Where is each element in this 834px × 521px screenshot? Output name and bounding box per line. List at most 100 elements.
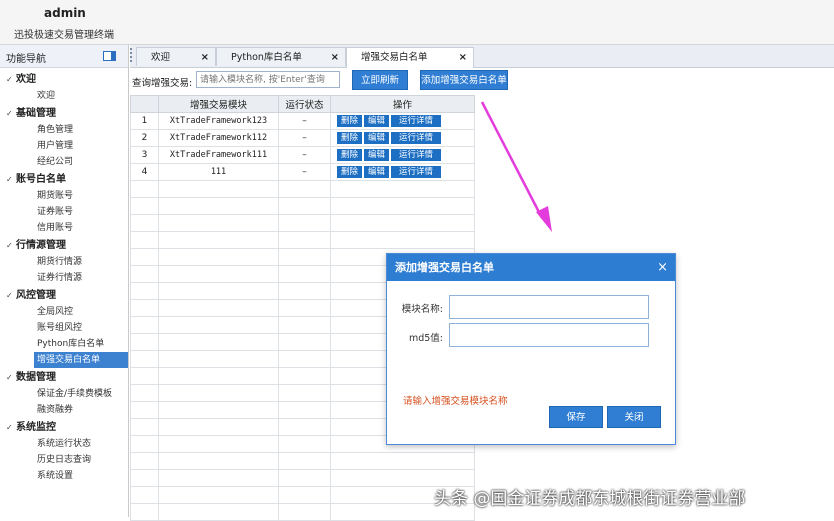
nav-item-margin-trading[interactable]: 融资融券 bbox=[0, 402, 128, 418]
row-index: 2 bbox=[130, 129, 159, 147]
nav-item-global-risk[interactable]: 全局风控 bbox=[0, 304, 128, 320]
nav-item-futures-account[interactable]: 期货账号 bbox=[0, 188, 128, 204]
nav-item-group-risk[interactable]: 账号组风控 bbox=[0, 320, 128, 336]
nav-item-margin-template[interactable]: 保证金/手续费模板 bbox=[0, 386, 128, 402]
tab-welcome[interactable]: 欢迎 × bbox=[136, 47, 216, 66]
nav-item-securities-account[interactable]: 证券账号 bbox=[0, 204, 128, 220]
close-icon[interactable]: × bbox=[331, 48, 339, 67]
nav-item-brokers[interactable]: 经纪公司 bbox=[0, 154, 128, 170]
details-button[interactable]: 运行详情 bbox=[391, 149, 442, 161]
chevron-down-icon: ✓ bbox=[6, 291, 13, 300]
delete-button[interactable]: 删除 bbox=[337, 149, 363, 161]
nav-item-credit-account[interactable]: 信用账号 bbox=[0, 220, 128, 236]
tab-python-whitelist[interactable]: Python库白名单 × bbox=[216, 47, 346, 66]
md5-label: md5值: bbox=[408, 333, 443, 344]
nav-item-log-query[interactable]: 历史日志查询 bbox=[0, 452, 128, 468]
nav-item-futures-quotes[interactable]: 期货行情源 bbox=[0, 254, 128, 270]
close-icon[interactable]: × bbox=[459, 48, 467, 67]
chevron-down-icon: ✓ bbox=[6, 241, 13, 250]
nav-menu: ✓ 欢迎 欢迎 ✓ 基础管理 角色管理 用户管理 经纪公司 ✓ 账号白名单 期货账号 … bbox=[0, 68, 128, 484]
status-cell: – bbox=[278, 163, 331, 181]
column-header-index bbox=[130, 95, 159, 113]
chevron-down-icon: ✓ bbox=[6, 75, 13, 84]
status-cell: – bbox=[278, 146, 331, 164]
empty-row bbox=[130, 197, 475, 215]
table-row[interactable]: 3 XtTradeFramework111 – 删除 编辑 运行详情 bbox=[130, 146, 475, 164]
empty-row bbox=[130, 180, 475, 198]
module-name-label: 模块名称: bbox=[401, 304, 443, 315]
nav-item-roles[interactable]: 角色管理 bbox=[0, 122, 128, 138]
empty-row bbox=[130, 503, 475, 521]
row-index: 4 bbox=[130, 163, 159, 181]
add-whitelist-dialog: 添加增强交易白名单 × 模块名称: md5值: 请输入增强交易模块名称 保存 关… bbox=[386, 253, 676, 445]
nav-group-data[interactable]: ✓ 数据管理 bbox=[0, 370, 128, 386]
delete-button[interactable]: 删除 bbox=[337, 115, 363, 127]
edit-button[interactable]: 编辑 bbox=[364, 149, 390, 161]
empty-row bbox=[130, 486, 475, 504]
nav-item-python-whitelist[interactable]: Python库白名单 bbox=[0, 336, 128, 352]
details-button[interactable]: 运行详情 bbox=[391, 115, 442, 127]
md5-input[interactable] bbox=[449, 323, 649, 347]
nav-item-settings[interactable]: 系统设置 bbox=[0, 468, 128, 484]
column-header-module[interactable]: 增强交易模块 bbox=[158, 95, 279, 113]
table-row[interactable]: 1 XtTradeFramework123 – 删除 编辑 运行详情 bbox=[130, 112, 475, 130]
nav-group-basic[interactable]: ✓ 基础管理 bbox=[0, 106, 128, 122]
watermark: 头条 @国金证券成都东城根街证券营业部 bbox=[434, 489, 746, 509]
status-cell: – bbox=[278, 112, 331, 130]
actions-cell: 删除 编辑 运行详情 bbox=[330, 112, 475, 130]
tab-bar: 欢迎 × Python库白名单 × 增强交易白名单 × bbox=[130, 45, 834, 68]
annotation-arrow-icon bbox=[480, 101, 552, 232]
validation-hint: 请输入增强交易模块名称 bbox=[403, 396, 508, 407]
sidebar-header: 功能导航 bbox=[0, 45, 128, 68]
table-row[interactable]: 2 XtTradeFramework112 – 删除 编辑 运行详情 bbox=[130, 129, 475, 147]
nav-item-welcome[interactable]: 欢迎 bbox=[0, 88, 128, 104]
nav-group-quote-source[interactable]: ✓ 行情源管理 bbox=[0, 238, 128, 254]
nav-item-securities-quotes[interactable]: 证券行情源 bbox=[0, 270, 128, 286]
empty-row bbox=[130, 469, 475, 487]
current-user: admin bbox=[44, 6, 86, 20]
nav-item-system-status[interactable]: 系统运行状态 bbox=[0, 436, 128, 452]
nav-group-risk[interactable]: ✓ 风控管理 bbox=[0, 288, 128, 304]
search-input[interactable] bbox=[196, 71, 340, 88]
dialog-titlebar: 添加增强交易白名单 × bbox=[387, 254, 675, 281]
table-row[interactable]: 4 111 – 删除 编辑 运行详情 bbox=[130, 163, 475, 181]
nav-group-welcome[interactable]: ✓ 欢迎 bbox=[0, 72, 128, 88]
sidebar-title: 功能导航 bbox=[6, 54, 46, 65]
actions-cell: 删除 编辑 运行详情 bbox=[330, 163, 475, 181]
chevron-down-icon: ✓ bbox=[6, 175, 13, 184]
column-header-status[interactable]: 运行状态 bbox=[278, 95, 331, 113]
actions-cell: 删除 编辑 运行详情 bbox=[330, 146, 475, 164]
add-whitelist-button[interactable]: 添加增强交易白名单 bbox=[420, 70, 508, 90]
chevron-down-icon: ✓ bbox=[6, 373, 13, 382]
nav-item-users[interactable]: 用户管理 bbox=[0, 138, 128, 154]
nav-group-account-whitelist[interactable]: ✓ 账号白名单 bbox=[0, 172, 128, 188]
close-icon[interactable]: × bbox=[201, 48, 209, 67]
nav-group-monitor[interactable]: ✓ 系统监控 bbox=[0, 420, 128, 436]
sidebar: 功能导航 ✓ 欢迎 欢迎 ✓ 基础管理 角色管理 用户管理 经纪公司 ✓ 账号白名单 … bbox=[0, 45, 129, 517]
close-button[interactable]: 关闭 bbox=[607, 406, 661, 428]
query-label: 查询增强交易: bbox=[132, 78, 193, 89]
save-button[interactable]: 保存 bbox=[549, 406, 603, 428]
delete-button[interactable]: 删除 bbox=[337, 132, 363, 144]
row-index: 3 bbox=[130, 146, 159, 164]
module-cell: XtTradeFramework112 bbox=[158, 129, 279, 147]
chevron-down-icon: ✓ bbox=[6, 423, 13, 432]
empty-row bbox=[130, 214, 475, 232]
actions-cell: 删除 编辑 运行详情 bbox=[330, 129, 475, 147]
dialog-title: 添加增强交易白名单 bbox=[395, 261, 494, 274]
details-button[interactable]: 运行详情 bbox=[391, 166, 442, 178]
refresh-button[interactable]: 立即刷新 bbox=[352, 70, 408, 90]
column-header-actions: 操作 bbox=[330, 95, 475, 113]
status-cell: – bbox=[278, 129, 331, 147]
close-icon[interactable]: × bbox=[657, 254, 668, 281]
nav-item-enhanced-whitelist[interactable]: 增强交易白名单 bbox=[34, 352, 128, 368]
edit-button[interactable]: 编辑 bbox=[364, 115, 390, 127]
edit-button[interactable]: 编辑 bbox=[364, 132, 390, 144]
sidebar-collapse-icon[interactable] bbox=[103, 51, 116, 61]
empty-row bbox=[130, 452, 475, 470]
edit-button[interactable]: 编辑 bbox=[364, 166, 390, 178]
delete-button[interactable]: 删除 bbox=[337, 166, 363, 178]
details-button[interactable]: 运行详情 bbox=[391, 132, 442, 144]
tab-enhanced-whitelist[interactable]: 增强交易白名单 × bbox=[346, 47, 474, 68]
module-name-input[interactable] bbox=[449, 295, 649, 319]
